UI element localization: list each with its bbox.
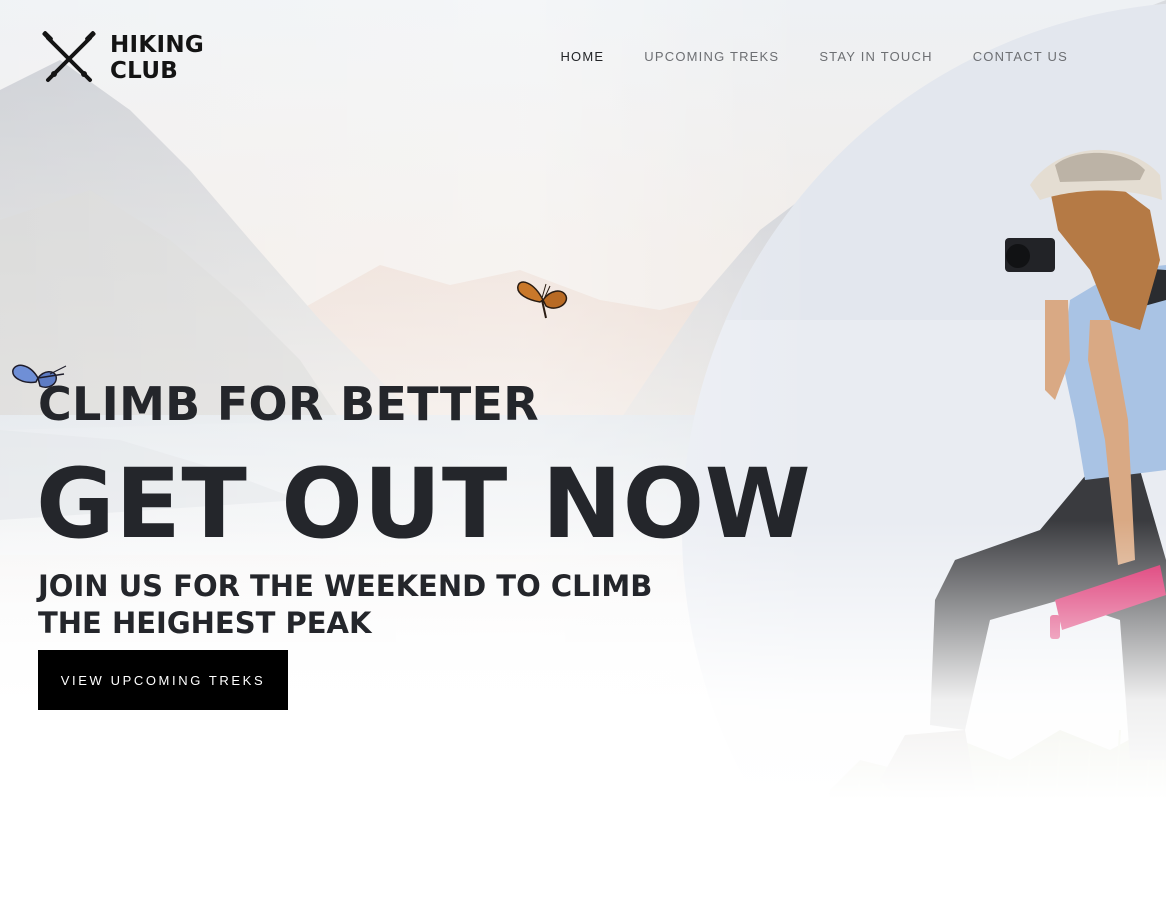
site-name-line-1: HIKING [110,32,205,58]
site-name: HIKING CLUB [110,32,204,84]
hero-title: GET OUT NOW [36,448,812,560]
crossed-hiking-poles-icon [42,31,96,82]
site-name-line-2: CLUB [110,58,179,84]
nav-link-home[interactable]: HOME [560,48,604,66]
hero-kicker: CLIMB FOR BETTER [38,377,539,431]
hero-subtitle: JOIN US FOR THE WEEKEND TO CLIMB THE HEI… [38,569,653,640]
nav-link-upcoming-treks[interactable]: UPCOMING TREKS [644,48,779,66]
view-upcoming-treks-button[interactable]: VIEW UPCOMING TREKS [38,650,288,710]
site-logo[interactable]: HIKING CLUB [40,30,204,86]
butterfly-icon [517,281,568,319]
nav-link-contact-us[interactable]: CONTACT US [973,48,1068,66]
main-navigation: HOME UPCOMING TREKS STAY IN TOUCH CONTAC… [520,48,1068,66]
nav-link-stay-in-touch[interactable]: STAY IN TOUCH [819,48,932,66]
